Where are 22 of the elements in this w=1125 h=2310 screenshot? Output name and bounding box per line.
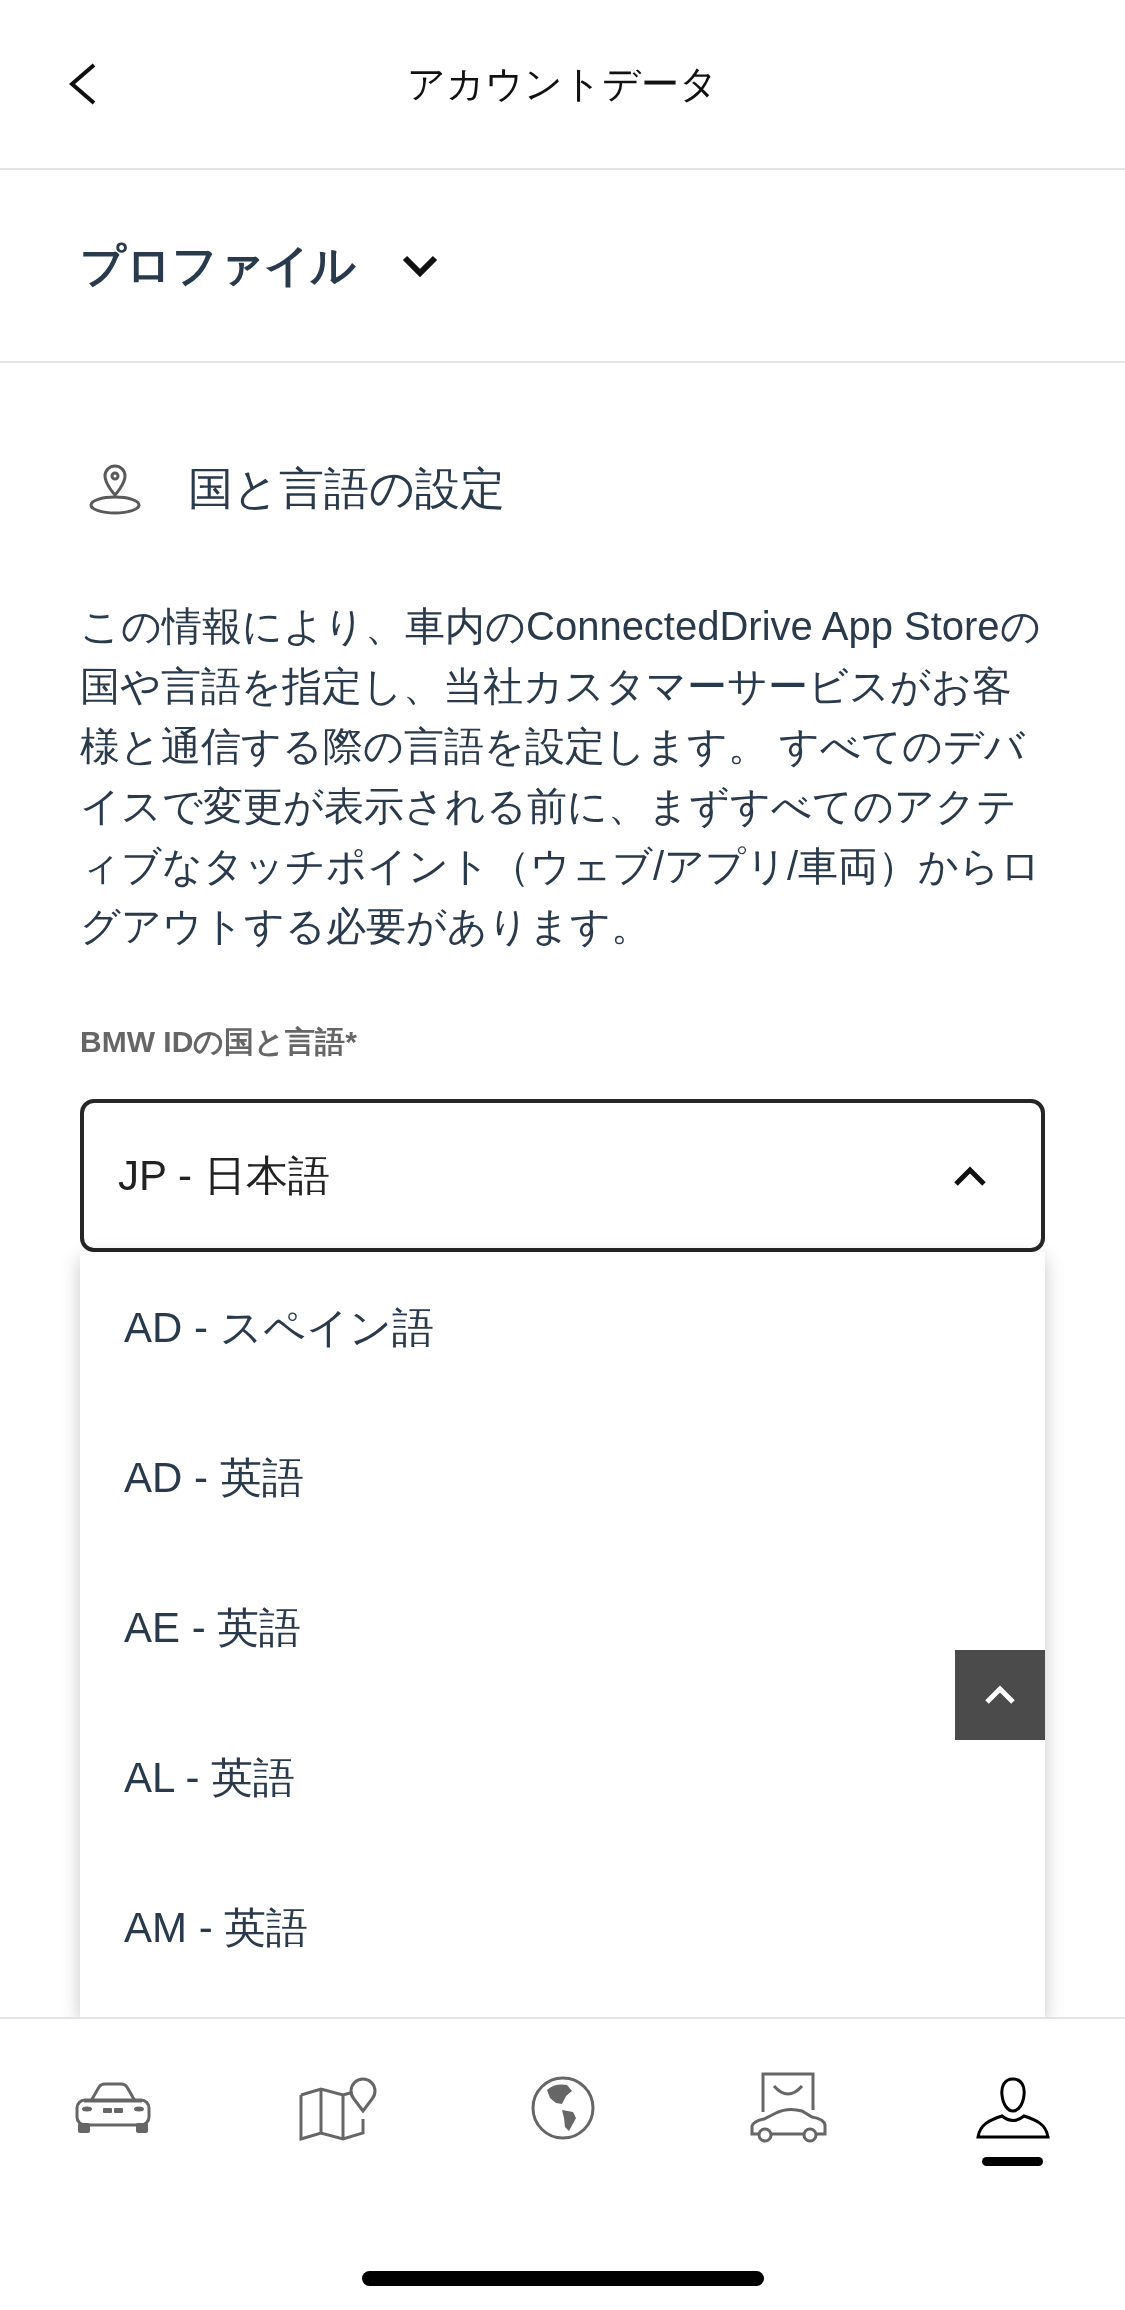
person-icon [975, 2077, 1050, 2139]
chevron-down-icon [402, 254, 438, 277]
chevron-up-icon [984, 1685, 1016, 1705]
chevron-up-icon [953, 1164, 987, 1187]
globe-icon [530, 2076, 595, 2140]
location-pin-icon [88, 462, 142, 516]
description-text: この情報により、車内のConnectedDrive App Storeの国や言語を指定し、当社カスタマーサービスがお客様と通信する際の言語を設定します。 すべてのデバイスで変更が表示される前に、まずすべてのアクティブなタッチポイント（ウェブ/アプリ/車両）からログアウトする必要があります。 [80, 603, 1043, 950]
field-label: BMW IDの国と言語* [80, 1024, 358, 1060]
profile-dropdown[interactable]: プロファイル [80, 231, 438, 300]
dropdown-option[interactable]: AE - 英語 [80, 1552, 1045, 1702]
shopping-bag-car-icon [748, 2072, 827, 2144]
scroll-top-button[interactable] [955, 1650, 1045, 1740]
dropdown-option[interactable]: AD - 英語 [80, 1402, 1045, 1552]
active-tab-indicator [982, 2157, 1043, 2166]
dropdown-option[interactable]: AD - スペイン語 [80, 1252, 1045, 1402]
section-heading: 国と言語の設定 [188, 462, 505, 516]
dropdown-option[interactable]: AL - 英語 [80, 1702, 1045, 1852]
select-field[interactable]: JP - 日本語 [80, 1099, 1045, 1252]
dropdown-option[interactable]: AM - 英語 [80, 1852, 1045, 2002]
map-pin-icon [298, 2075, 377, 2141]
page-title: アカウントデータ [407, 61, 718, 107]
car-front-icon [73, 2081, 152, 2135]
